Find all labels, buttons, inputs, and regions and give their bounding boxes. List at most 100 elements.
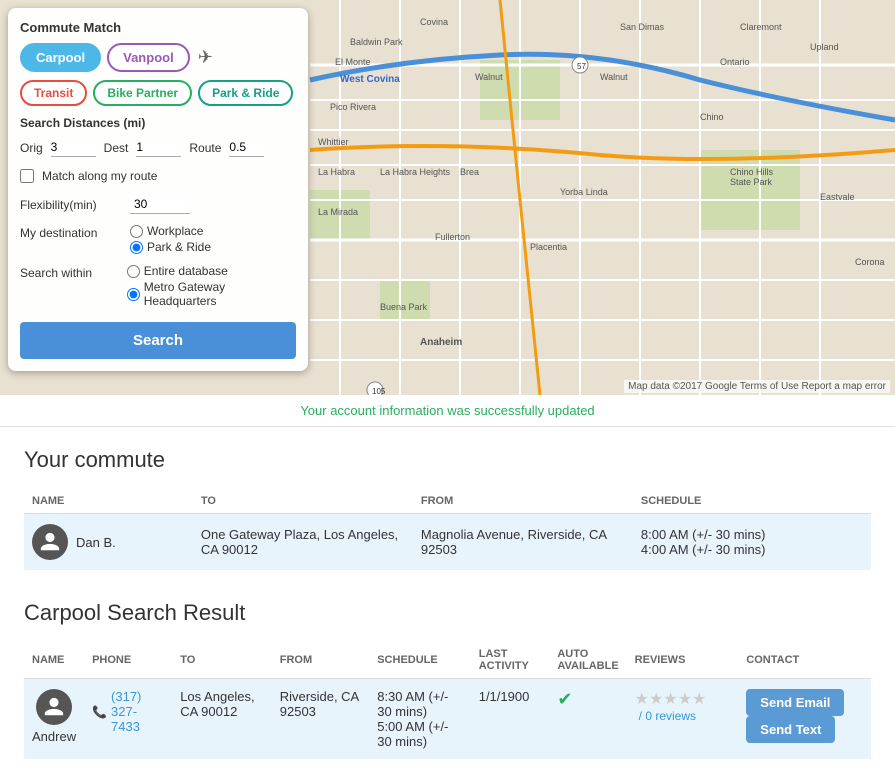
transit-button[interactable]: Transit xyxy=(20,80,87,106)
dest-label: Dest xyxy=(104,141,129,155)
orig-label: Orig xyxy=(20,141,43,155)
send-email-button[interactable]: Send Email xyxy=(746,689,844,716)
workplace-option[interactable]: Workplace xyxy=(130,224,211,238)
cp-col-auto: AUTOAVAILABLE xyxy=(549,642,626,679)
search-within-radio-group: Entire database Metro Gateway Headquarte… xyxy=(127,264,296,308)
svg-text:West Covina: West Covina xyxy=(340,74,400,85)
commute-schedule-cell: 8:00 AM (+/- 30 mins) 4:00 AM (+/- 30 mi… xyxy=(633,514,871,571)
cp-name-cell: Andrew xyxy=(24,679,84,760)
cp-phone-cell: 📞 (317) 327-7433 xyxy=(84,679,172,760)
cp-col-schedule: SCHEDULE xyxy=(369,642,471,679)
commute-name-cell: Dan B. xyxy=(24,514,193,571)
search-within-label: Search within xyxy=(20,264,127,280)
my-destination-label: My destination xyxy=(20,224,130,240)
carpool-button[interactable]: Carpool xyxy=(20,43,101,72)
pin-button[interactable]: ✈ xyxy=(196,45,215,70)
commute-table: NAME TO FROM SCHEDULE Dan B. One Gateway… xyxy=(24,489,871,570)
avatar xyxy=(36,689,72,725)
svg-text:Placentia: Placentia xyxy=(530,242,567,252)
cp-col-reviews: REVIEWS xyxy=(627,642,739,679)
cp-col-name: NAME xyxy=(24,642,84,679)
svg-text:Walnut: Walnut xyxy=(475,72,503,82)
col-from: FROM xyxy=(413,489,633,514)
svg-text:57: 57 xyxy=(577,62,586,71)
cp-col-contact: CONTACT xyxy=(738,642,871,679)
entire-db-radio[interactable] xyxy=(127,265,140,278)
svg-text:El Monte: El Monte xyxy=(335,57,371,67)
cp-person-name: Andrew xyxy=(32,729,76,744)
send-text-button[interactable]: Send Text xyxy=(746,716,835,743)
search-panel: Commute Match Carpool Vanpool ✈ Transit … xyxy=(8,8,308,371)
bike-partner-button[interactable]: Bike Partner xyxy=(93,80,192,106)
cp-col-from: FROM xyxy=(272,642,369,679)
svg-text:Walnut: Walnut xyxy=(600,72,628,82)
match-route-checkbox[interactable] xyxy=(20,169,34,183)
flexibility-label: Flexibility(min) xyxy=(20,198,130,212)
svg-text:Buena Park: Buena Park xyxy=(380,302,428,312)
svg-text:Corona: Corona xyxy=(855,257,885,267)
avatar xyxy=(32,524,68,560)
col-schedule: SCHEDULE xyxy=(633,489,871,514)
cp-schedule-cell: 8:30 AM (+/- 30 mins) 5:00 AM (+/- 30 mi… xyxy=(369,679,471,760)
checkbox-row: Match along my route xyxy=(20,169,296,183)
route-label: Route xyxy=(189,141,221,155)
destination-radio-group: Workplace Park & Ride xyxy=(130,224,211,254)
map-attribution: Map data ©2017 Google Terms of Use Repor… xyxy=(624,380,890,393)
phone-link[interactable]: 📞 (317) 327-7433 xyxy=(92,689,164,734)
col-to: TO xyxy=(193,489,413,514)
success-message: Your account information was successfull… xyxy=(0,395,895,427)
metro-gateway-option[interactable]: Metro Gateway Headquarters xyxy=(127,280,296,308)
commute-from-cell: Magnolia Avenue, Riverside, CA 92503 xyxy=(413,514,633,571)
flexibility-row: Flexibility(min) xyxy=(20,195,296,214)
svg-text:Chino: Chino xyxy=(700,112,724,122)
cp-col-activity: LAST ACTIVITY xyxy=(471,642,550,679)
flexibility-input[interactable] xyxy=(130,195,190,214)
orig-input[interactable] xyxy=(51,138,96,157)
metro-gateway-label: Metro Gateway Headquarters xyxy=(144,280,296,308)
park-ride-radio[interactable] xyxy=(130,241,143,254)
search-distances-label: Search Distances (mi) xyxy=(20,116,296,130)
phone-number: (317) 327-7433 xyxy=(111,689,164,734)
workplace-radio[interactable] xyxy=(130,225,143,238)
metro-gateway-radio[interactable] xyxy=(127,288,140,301)
mode-buttons-row1: Carpool Vanpool ✈ xyxy=(20,43,296,72)
workplace-label: Workplace xyxy=(147,224,203,238)
svg-text:Anaheim: Anaheim xyxy=(420,337,462,348)
entire-db-option[interactable]: Entire database xyxy=(127,264,296,278)
stars: ★★★★★ xyxy=(635,689,707,709)
col-name: NAME xyxy=(24,489,193,514)
svg-text:Fullerton: Fullerton xyxy=(435,232,470,242)
svg-text:La Mirada: La Mirada xyxy=(318,207,358,217)
main-content: Your commute NAME TO FROM SCHEDULE Dan B… xyxy=(0,427,895,779)
svg-text:Upland: Upland xyxy=(810,42,839,52)
carpool-result-title: Carpool Search Result xyxy=(24,600,871,626)
dest-input[interactable] xyxy=(136,138,181,157)
carpool-table: NAME PHONE TO FROM SCHEDULE LAST ACTIVIT… xyxy=(24,642,871,759)
svg-text:Chino Hills: Chino Hills xyxy=(730,167,774,177)
mode-buttons-row2: Transit Bike Partner Park & Ride xyxy=(20,80,296,106)
map-container: Baldwin Park Covina San Dimas Claremont … xyxy=(0,0,895,395)
search-button[interactable]: Search xyxy=(20,322,296,359)
svg-text:Covina: Covina xyxy=(420,17,448,27)
route-input[interactable] xyxy=(229,138,264,157)
svg-text:La Habra: La Habra xyxy=(318,167,355,177)
destination-row: My destination Workplace Park & Ride xyxy=(20,224,296,254)
svg-text:Claremont: Claremont xyxy=(740,22,782,32)
cp-activity-cell: 1/1/1900 xyxy=(471,679,550,760)
search-within-row: Search within Entire database Metro Gate… xyxy=(20,264,296,308)
your-commute-title: Your commute xyxy=(24,447,871,473)
commute-match-label: Commute Match xyxy=(20,20,296,35)
cp-auto-cell: ✔ xyxy=(549,679,626,760)
cp-col-to: TO xyxy=(172,642,272,679)
table-row: Dan B. One Gateway Plaza, Los Angeles, C… xyxy=(24,514,871,571)
phone-icon: 📞 xyxy=(92,705,107,719)
park-ride-button[interactable]: Park & Ride xyxy=(198,80,293,106)
svg-text:Whittier: Whittier xyxy=(318,137,349,147)
svg-text:Baldwin Park: Baldwin Park xyxy=(350,37,403,47)
cp-to-cell: Los Angeles, CA 90012 xyxy=(172,679,272,760)
success-text: Your account information was successfull… xyxy=(300,403,594,418)
park-ride-option[interactable]: Park & Ride xyxy=(130,240,211,254)
svg-text:Brea: Brea xyxy=(460,167,479,177)
vanpool-button[interactable]: Vanpool xyxy=(107,43,190,72)
svg-text:State Park: State Park xyxy=(730,177,773,187)
